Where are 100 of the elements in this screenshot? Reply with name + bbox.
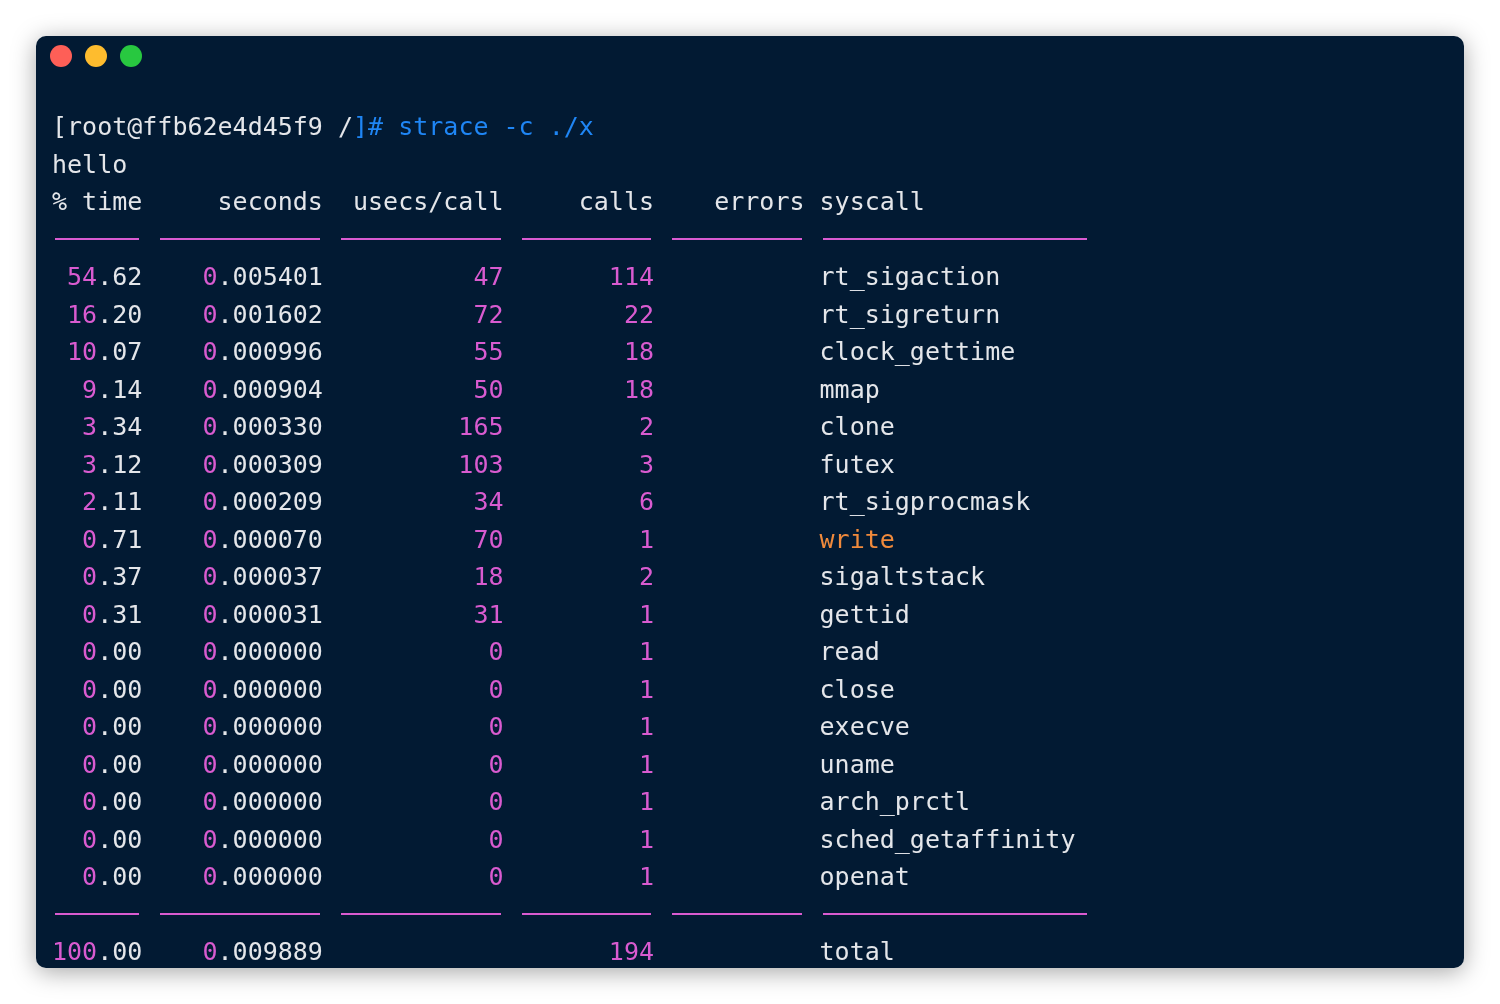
table-cell-text: 0.71 <box>82 523 143 556</box>
table-cell-text: 0.31 <box>82 598 143 631</box>
table-cell-text: 0 <box>488 823 504 856</box>
table-cell-text: 0 <box>488 748 504 781</box>
column-header: syscall <box>819 186 925 218</box>
column-header: errors <box>714 186 805 218</box>
table-cell-text: 1 <box>638 523 654 556</box>
syscall-name: rt_sigaction <box>819 261 1001 293</box>
column-header: % time <box>52 186 143 218</box>
table-cell-text: 0.000037 <box>202 561 323 593</box>
minimize-button[interactable] <box>85 45 107 67</box>
table-cell-text: 1 <box>638 636 654 668</box>
table-cell-text: 1 <box>638 786 654 818</box>
table-cell-text: 0.000000 <box>202 711 323 743</box>
table-cell-text: 165 <box>458 411 504 443</box>
column-header: calls <box>578 186 654 218</box>
table-cell-text: 31 <box>473 598 504 631</box>
table-cell-text: 1 <box>638 598 654 631</box>
table-cell-text: 0.000330 <box>202 411 323 443</box>
table-cell-text: 0.000904 <box>202 373 323 406</box>
table-cell-text: 16.20 <box>67 298 143 331</box>
table-cell-text: 1 <box>638 861 654 893</box>
syscall-name: futex <box>819 448 895 481</box>
table-cell-text: 0.000070 <box>202 523 323 556</box>
table-cell-text: 1 <box>638 711 654 743</box>
table-cell-text: 70 <box>473 523 504 556</box>
table-cell-text: 0.00 <box>82 636 143 668</box>
table-cell-text: 0.000996 <box>202 336 323 368</box>
output-text: hello <box>52 149 128 179</box>
table-cell-text: 0.00 <box>82 748 143 781</box>
syscall-name: uname <box>819 748 895 781</box>
syscall-name: rt_sigreturn <box>819 298 1001 331</box>
table-cell-text: 0.009889 <box>202 936 323 968</box>
table-cell-text: 0.000000 <box>202 823 323 856</box>
table-cell-text: 2 <box>638 411 654 443</box>
syscall-name: sched_getaffinity <box>819 823 1076 856</box>
syscall-name: read <box>819 636 880 668</box>
table-cell-text: 50 <box>473 373 504 406</box>
table-cell-text: 114 <box>608 261 654 293</box>
table-cell-text: 0.00 <box>82 823 143 856</box>
table-cell-text: 54.62 <box>67 261 143 293</box>
table-cell-text: 34 <box>473 486 504 518</box>
syscall-name: sigaltstack <box>819 561 986 593</box>
table-cell-text: 0.000000 <box>202 861 323 893</box>
table-cell-text: 3.12 <box>82 448 143 481</box>
table-cell-text: 0.005401 <box>202 261 323 293</box>
table-cell-text: 0.00 <box>82 861 143 893</box>
table-cell-text: 47 <box>473 261 504 293</box>
table-cell-text: 0.000000 <box>202 673 323 706</box>
table-cell-text: 194 <box>608 936 654 968</box>
table-cell-text: 2 <box>638 561 654 593</box>
table-cell-text: 0.000000 <box>202 786 323 818</box>
zoom-button[interactable] <box>120 45 142 67</box>
syscall-name: clone <box>819 411 895 443</box>
table-cell-text: 9.14 <box>82 373 143 406</box>
total-label: total <box>819 936 895 968</box>
syscall-name: openat <box>819 861 910 893</box>
table-cell-text: 10.07 <box>67 336 143 368</box>
table-cell-text: 22 <box>623 298 654 331</box>
table-cell-text: 0.00 <box>82 711 143 743</box>
command-text: ]# strace -c ./x <box>353 112 594 141</box>
table-cell-text: 6 <box>638 486 654 518</box>
table-cell-text: 3 <box>638 448 654 481</box>
table-cell-text: 0.00 <box>82 786 143 818</box>
syscall-name: mmap <box>819 373 880 406</box>
syscall-name: gettid <box>819 598 910 631</box>
syscall-name: write <box>819 523 895 556</box>
table-cell-text: 0.00 <box>82 673 143 706</box>
column-header: seconds <box>217 186 323 218</box>
table-cell-text: 18 <box>473 561 504 593</box>
syscall-name: arch_prctl <box>819 786 971 818</box>
syscall-name: close <box>819 673 895 706</box>
column-header: usecs/call <box>353 186 504 218</box>
close-button[interactable] <box>50 45 72 67</box>
table-cell-text: 0.000000 <box>202 748 323 781</box>
syscall-name: execve <box>819 711 910 743</box>
prompt-text: [root@ffb62e4d45f9 / <box>52 112 354 141</box>
table-cell-text: 0.000209 <box>202 486 323 518</box>
table-cell-text: 18 <box>623 373 654 406</box>
syscall-name: clock_gettime <box>819 336 1016 368</box>
table-cell-text: 0 <box>488 636 504 668</box>
table-cell-text: 1 <box>638 748 654 781</box>
table-cell-text: 0 <box>488 861 504 893</box>
table-cell-text: 2.11 <box>82 486 143 518</box>
table-cell-text: 1 <box>638 823 654 856</box>
table-cell-text: 0 <box>488 673 504 706</box>
table-cell-text: 1 <box>638 673 654 706</box>
table-cell-text: 0.000309 <box>202 448 323 481</box>
table-cell-text: 0 <box>488 711 504 743</box>
table-cell-text: 0.000000 <box>202 636 323 668</box>
table-cell-text: 55 <box>473 336 504 368</box>
table-cell-text: 0.37 <box>82 561 143 593</box>
syscall-name: rt_sigprocmask <box>819 486 1031 518</box>
table-cell-text: 100.00 <box>52 936 143 968</box>
table-cell-text: 18 <box>623 336 654 368</box>
table-cell-text: 72 <box>473 298 504 331</box>
table-cell-text: 3.34 <box>82 411 143 443</box>
table-cell-text: 0 <box>488 786 504 818</box>
table-cell-text: 0.001602 <box>202 298 323 331</box>
table-cell-text: 0.000031 <box>202 598 323 631</box>
